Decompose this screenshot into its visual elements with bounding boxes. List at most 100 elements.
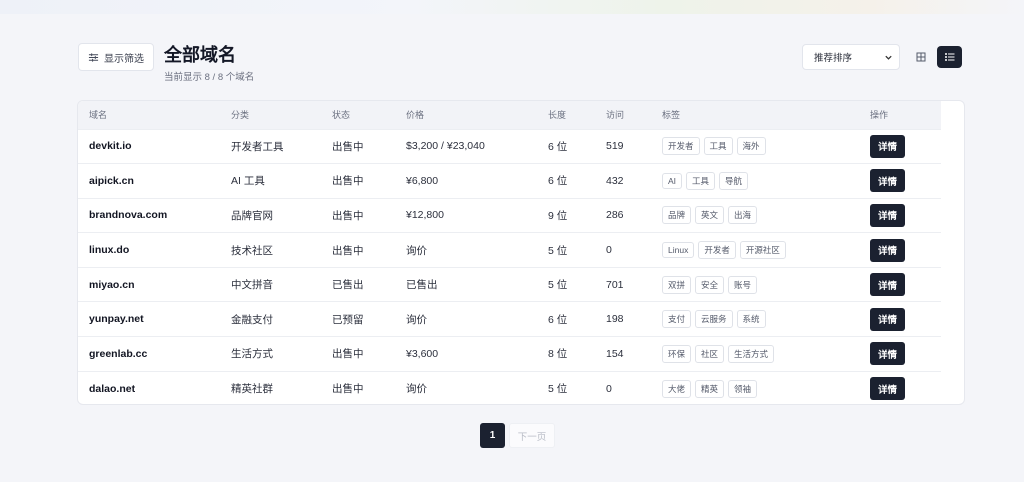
show-filter-button[interactable]: 显示筛选: [78, 43, 154, 71]
tags-cell: 开发者 工具 海外: [651, 129, 859, 164]
domain-cell: aipick.cn: [89, 174, 134, 187]
tag-chip: 工具: [686, 171, 716, 190]
tag-chip: 安全: [695, 275, 725, 294]
tag-chip: 开源社区: [739, 241, 786, 260]
length-cell: 6 位: [548, 140, 568, 153]
tag-chip: 开发者: [662, 137, 700, 156]
next-page-button[interactable]: 下一页: [509, 423, 555, 448]
tag-chip: 出海: [728, 206, 758, 225]
tag-chip: 英文: [695, 206, 725, 225]
tag-chip: 开发者: [698, 241, 736, 260]
category-cell: 开发者工具: [231, 140, 284, 153]
tags-cell: 双拼 安全 账号: [651, 267, 859, 302]
tag-chip: 海外: [736, 137, 766, 156]
price-cell: 询价: [406, 383, 427, 396]
detail-button[interactable]: 详情: [870, 273, 905, 297]
tag-chip: 工具: [703, 137, 733, 156]
title-block: 全部域名 当前显示 8 / 8 个域名: [164, 44, 254, 83]
visits-cell: 198: [606, 313, 624, 326]
page-title: 全部域名: [164, 45, 236, 65]
domain-cell: brandnova.com: [89, 209, 168, 222]
tag-chip: 导航: [719, 171, 749, 190]
tag-chip: 云服务: [695, 310, 733, 329]
visits-cell: 286: [606, 209, 624, 222]
col-header-category: 分类: [231, 110, 250, 121]
status-cell: 已预留: [332, 313, 364, 326]
price-cell: ¥12,800: [406, 209, 444, 222]
col-header-status: 状态: [332, 110, 351, 121]
detail-button[interactable]: 详情: [870, 134, 905, 158]
domain-cell: miyao.cn: [89, 278, 135, 291]
sliders-icon: [88, 52, 99, 62]
sort-select-value: 推荐排序: [814, 53, 853, 64]
detail-button[interactable]: 详情: [870, 307, 905, 331]
count-subtitle: 当前显示 8 / 8 个域名: [164, 72, 255, 83]
visits-cell: 701: [606, 278, 624, 291]
tag-chip: 系统: [736, 310, 766, 329]
table-row: dalao.net 精英社群 出售中 询价 5 位 0 大佬 精英 领袖 详情: [78, 371, 941, 404]
col-header-price: 价格: [406, 110, 425, 121]
sort-select[interactable]: 推荐排序: [802, 44, 900, 70]
price-cell: ¥3,600: [406, 347, 439, 360]
domain-cell: dalao.net: [89, 382, 136, 395]
tags-cell: AI 工具 导航: [651, 164, 859, 199]
list-view-button[interactable]: [937, 46, 962, 68]
tag-chip: 支付: [662, 310, 692, 329]
length-cell: 5 位: [548, 244, 568, 257]
status-cell: 出售中: [332, 209, 364, 222]
domain-cell: linux.do: [89, 244, 130, 257]
tag-chip: 品牌: [662, 206, 692, 225]
table-row: aipick.cn AI 工具 出售中 ¥6,800 6 位 432 AI 工具 导航 详情: [78, 163, 941, 199]
tag-chip: 精英: [695, 379, 725, 398]
category-cell: 技术社区: [231, 244, 273, 257]
tags-cell: Linux 开发者 开源社区: [651, 233, 859, 268]
price-cell: $3,200 / ¥23,040: [406, 140, 485, 153]
domain-cell: yunpay.net: [89, 313, 144, 326]
detail-button[interactable]: 详情: [870, 169, 905, 193]
tag-chip: 生活方式: [728, 344, 775, 363]
length-cell: 5 位: [548, 383, 568, 396]
status-cell: 出售中: [332, 140, 364, 153]
length-cell: 6 位: [548, 313, 568, 326]
domain-cell: greenlab.cc: [89, 347, 148, 360]
category-cell: 品牌官网: [231, 209, 273, 222]
category-cell: AI 工具: [231, 175, 265, 188]
category-cell: 金融支付: [231, 313, 273, 326]
table-row: brandnova.com 品牌官网 出售中 ¥12,800 9 位 286 品牌 英文 出海详…: [78, 198, 941, 233]
page-1-button[interactable]: 1: [480, 423, 505, 448]
detail-button[interactable]: 详情: [870, 238, 905, 262]
top-gradient: [0, 0, 1024, 14]
status-cell: 出售中: [332, 383, 364, 396]
page-header: 显示筛选 全部域名 当前显示 8 / 8 个域名 推荐排序: [78, 42, 962, 86]
length-cell: 8 位: [548, 348, 568, 361]
table-row: linux.do 技术社区 出售中 询价 5 位 0 Linux 开发者 开源社区 详情: [78, 232, 941, 268]
visits-cell: 519: [606, 140, 624, 153]
visits-cell: 0: [606, 244, 612, 257]
price-cell: ¥6,800: [406, 174, 439, 187]
detail-button[interactable]: 详情: [870, 203, 905, 227]
detail-button[interactable]: 详情: [870, 377, 905, 401]
tags-cell: 品牌 英文 出海: [651, 198, 859, 233]
domain-table-card: 域名 分类 状态 价格 长度 访问 标签 操作 devkit.io 开发者工具 出售…: [77, 100, 965, 405]
grid-icon: [916, 52, 925, 62]
list-icon: [944, 53, 954, 61]
tag-chip: Linux: [662, 242, 695, 259]
detail-button[interactable]: 详情: [870, 342, 905, 366]
table-row: devkit.io 开发者工具 出售中 $3,200 / ¥23,040 6 位 519 开…: [78, 129, 941, 164]
category-cell: 精英社群: [231, 383, 273, 396]
action-cell: 详情: [859, 233, 941, 268]
tag-chip: 环保: [662, 344, 692, 363]
length-cell: 6 位: [548, 175, 568, 188]
table-row: greenlab.cc 生活方式 出售中 ¥3,600 8 位 154 环保 社区 生活方式 详情: [78, 336, 941, 372]
tag-chip: 双拼: [662, 275, 692, 294]
length-cell: 9 位: [548, 209, 568, 222]
grid-view-button[interactable]: [908, 46, 933, 68]
action-cell: 详情: [859, 164, 941, 199]
table-row: yunpay.net 金融支付 已预留 询价 6 位 198 支付 云服务 系统 详情: [78, 301, 941, 337]
action-cell: 详情: [859, 371, 941, 404]
tag-chip: 大佬: [662, 379, 692, 398]
length-cell: 5 位: [548, 279, 568, 292]
col-header-visits: 访问: [606, 110, 625, 121]
tags-cell: 大佬 精英 领袖: [651, 371, 859, 404]
status-cell: 出售中: [332, 348, 364, 361]
